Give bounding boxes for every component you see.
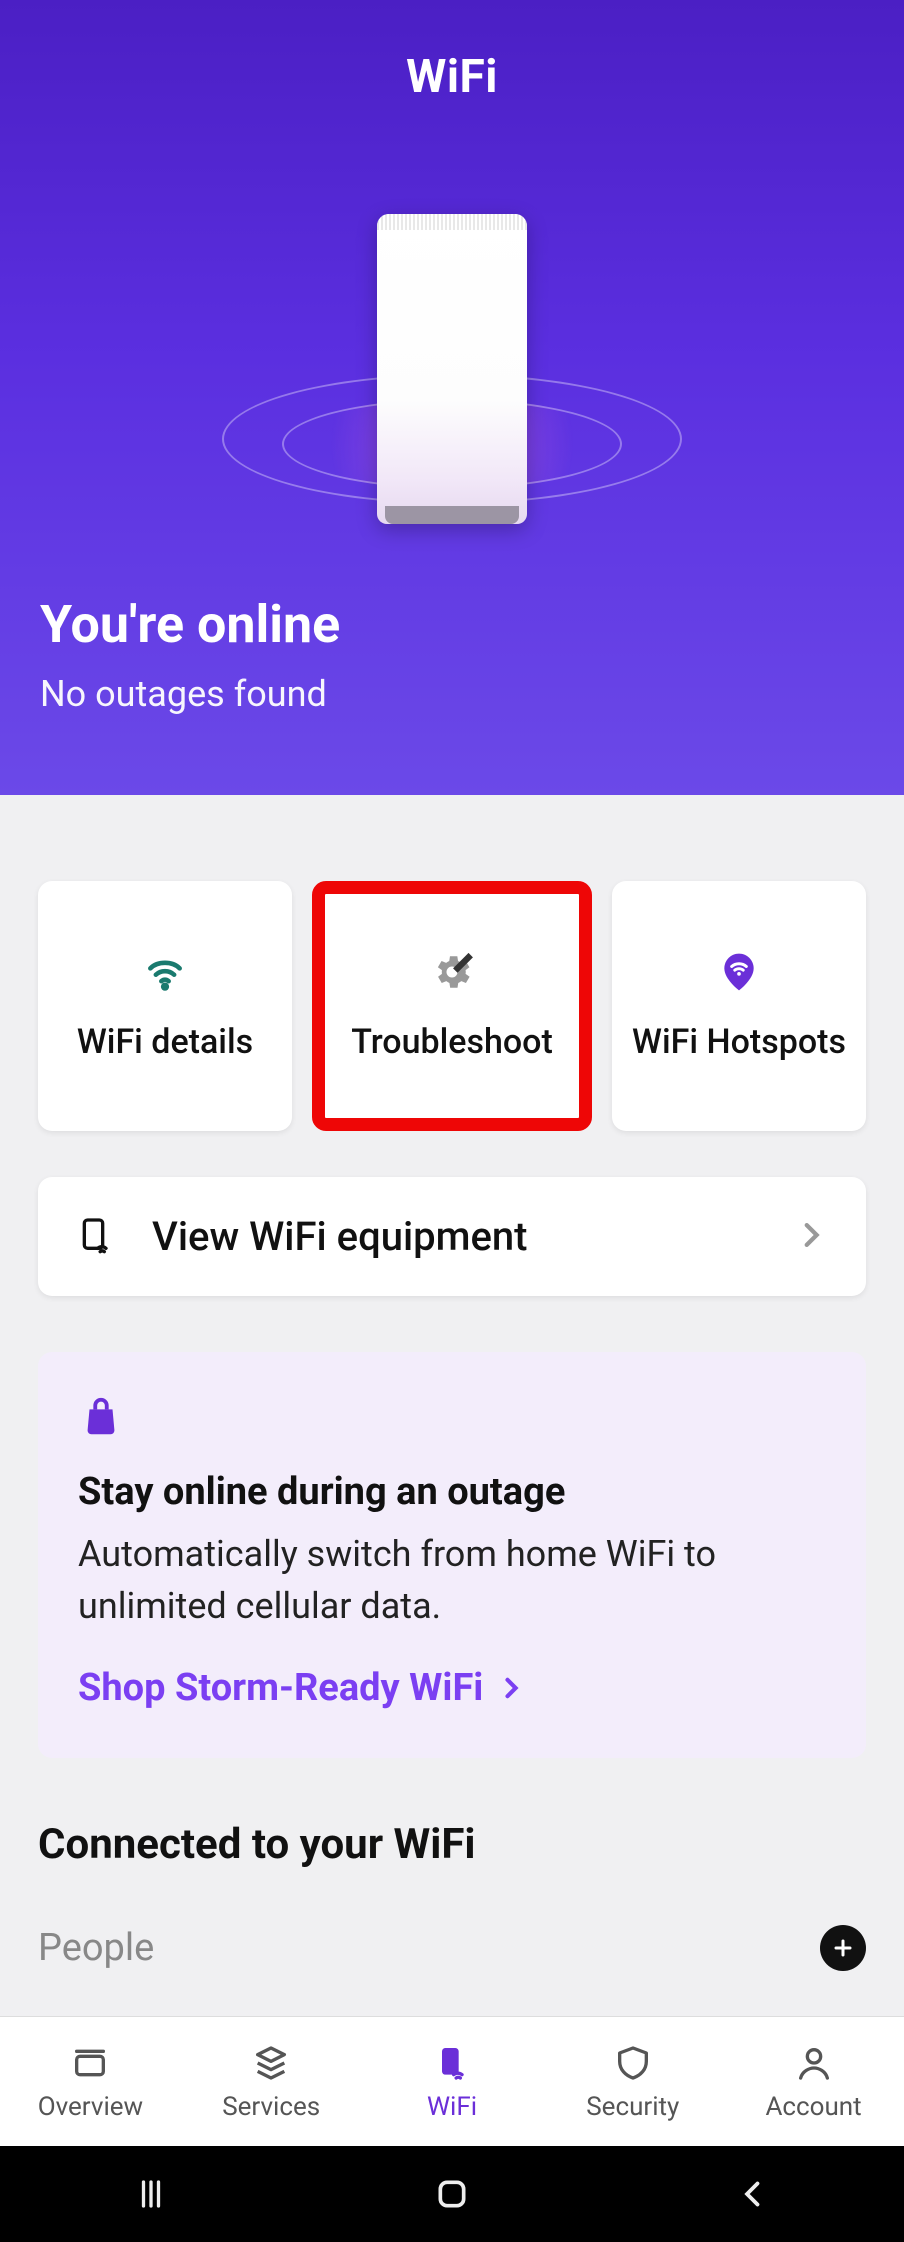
promo-body: Automatically switch from home WiFi to u… [78, 1528, 826, 1632]
bag-icon [78, 1394, 124, 1440]
overview-icon [69, 2042, 111, 2084]
storm-ready-promo: Stay online during an outage Automatical… [38, 1352, 866, 1758]
status-subtext: No outages found [40, 673, 864, 715]
wifi-hotspots-label: WiFi Hotspots [632, 1020, 846, 1064]
android-back-button[interactable] [723, 2164, 783, 2224]
chevron-right-icon [497, 1674, 525, 1702]
people-label: People [38, 1926, 154, 1970]
connected-heading: Connected to your WiFi [38, 1820, 866, 1869]
view-equipment-label: View WiFi equipment [152, 1213, 758, 1260]
chevron-right-icon [794, 1218, 828, 1256]
wifi-hotspots-tile[interactable]: WiFi Hotspots [612, 881, 866, 1131]
promo-title: Stay online during an outage [78, 1470, 826, 1514]
tab-security-label: Security [586, 2092, 679, 2122]
wifi-details-label: WiFi details [77, 1020, 253, 1064]
tab-wifi-label: WiFi [427, 2092, 477, 2122]
account-icon [793, 2042, 835, 2084]
tab-wifi[interactable]: WiFi [362, 2017, 543, 2146]
shield-icon [612, 2042, 654, 2084]
shop-storm-ready-link[interactable]: Shop Storm-Ready WiFi [78, 1666, 826, 1710]
tab-account[interactable]: Account [723, 2017, 904, 2146]
quick-action-tiles: WiFi details Troubleshoot [38, 881, 866, 1131]
android-home-button[interactable] [422, 2164, 482, 2224]
page-title: WiFi [40, 50, 864, 104]
view-equipment-row[interactable]: View WiFi equipment [38, 1177, 866, 1296]
tab-security[interactable]: Security [542, 2017, 723, 2146]
wifi-details-tile[interactable]: WiFi details [38, 881, 292, 1131]
hero-section: WiFi You're online No outages found [0, 0, 904, 795]
services-icon [250, 2042, 292, 2084]
tab-overview-label: Overview [38, 2092, 143, 2122]
wifi-tab-icon [431, 2042, 473, 2084]
status-heading: You're online [40, 594, 864, 655]
troubleshoot-label: Troubleshoot [351, 1020, 553, 1064]
bottom-tab-bar: Overview Services WiFi Security Account [0, 2016, 904, 2146]
tab-services[interactable]: Services [181, 2017, 362, 2146]
android-recents-button[interactable] [121, 2164, 181, 2224]
gear-wrench-icon [428, 948, 476, 996]
people-row: People [38, 1925, 866, 1999]
troubleshoot-tile[interactable]: Troubleshoot [312, 881, 592, 1131]
hotspot-pin-icon [715, 948, 763, 996]
add-person-button[interactable] [820, 1925, 866, 1971]
plus-icon [831, 1936, 855, 1960]
equipment-icon [76, 1215, 116, 1259]
promo-link-label: Shop Storm-Ready WiFi [78, 1666, 483, 1710]
android-nav-bar [0, 2146, 904, 2242]
tab-overview[interactable]: Overview [0, 2017, 181, 2146]
tab-account-label: Account [765, 2092, 861, 2122]
router-illustration [40, 184, 864, 524]
wifi-icon [141, 948, 189, 996]
tab-services-label: Services [222, 2092, 320, 2122]
router-icon [377, 214, 527, 524]
